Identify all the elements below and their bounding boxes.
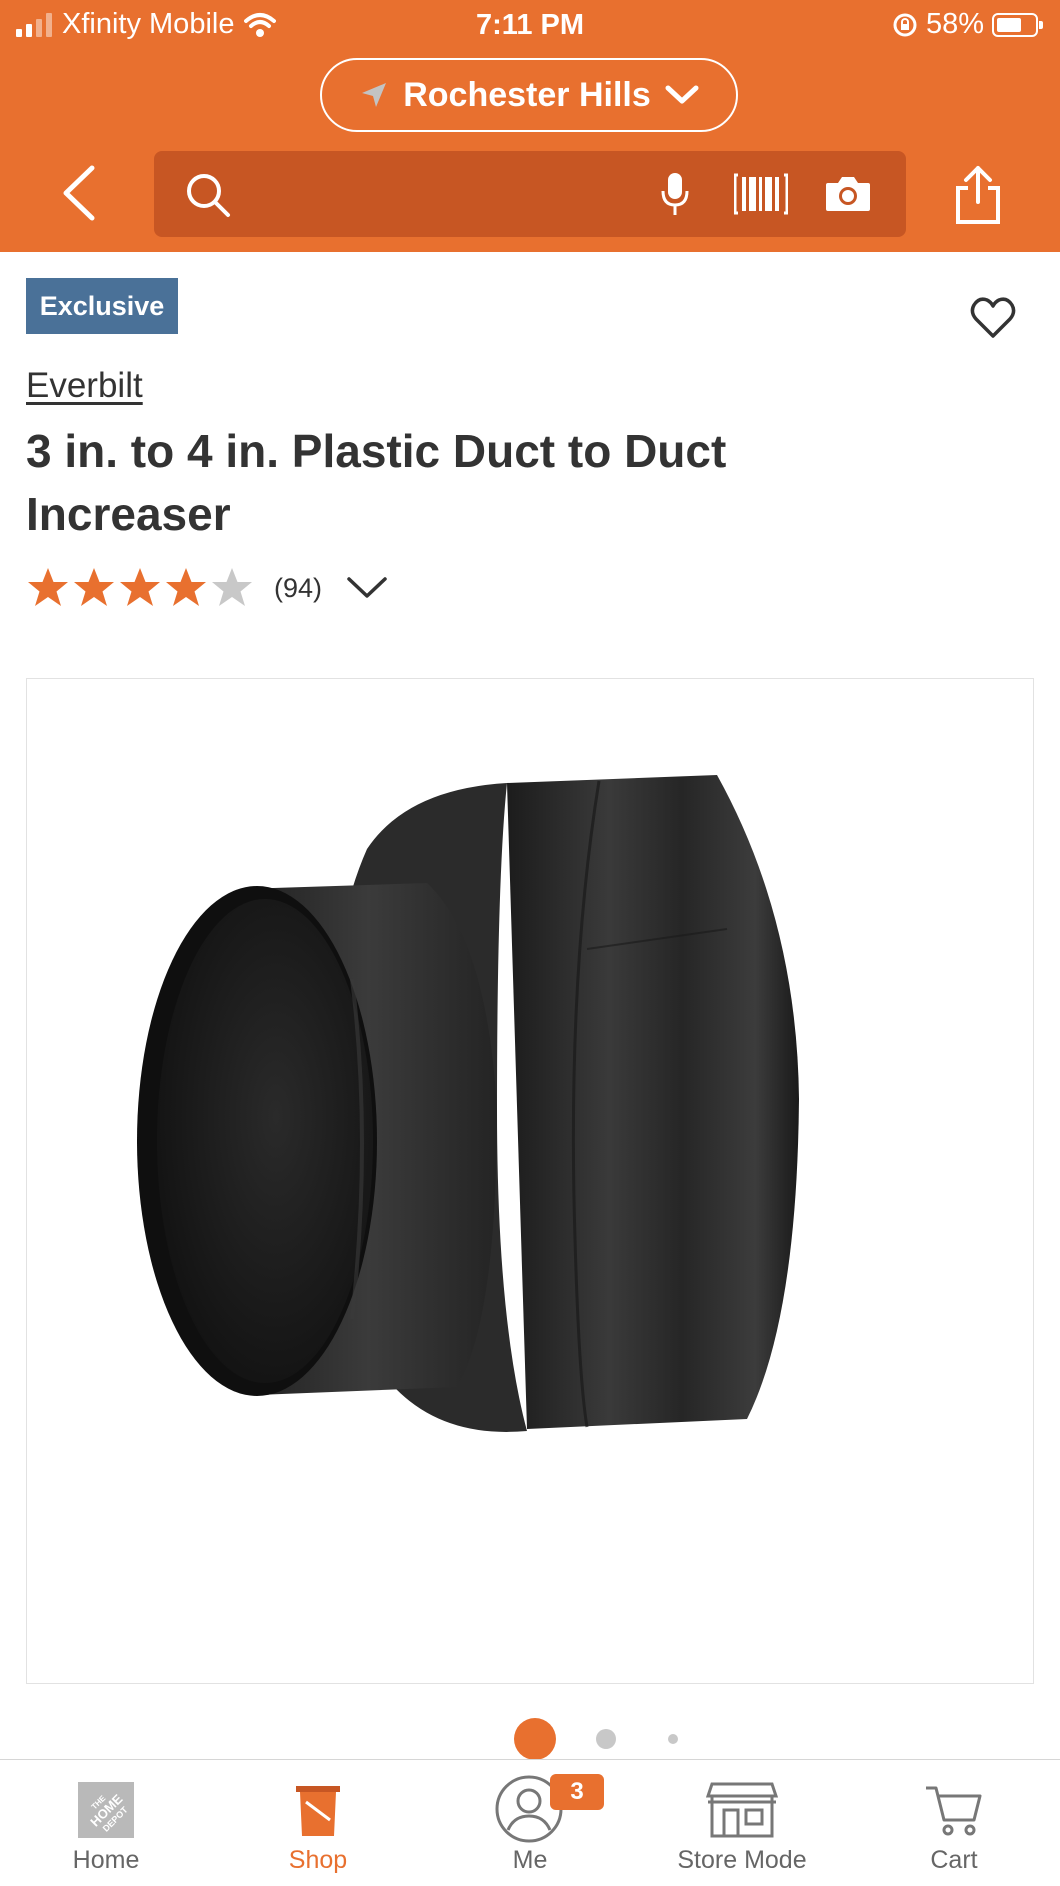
- tab-store-mode[interactable]: Store Mode: [636, 1760, 848, 1886]
- rating-summary[interactable]: (94): [26, 566, 388, 610]
- pager-dot[interactable]: [596, 1729, 616, 1749]
- back-button[interactable]: [56, 162, 104, 224]
- tab-label: Me: [512, 1846, 548, 1874]
- brand-link[interactable]: Everbilt: [26, 366, 143, 406]
- rotation-lock-icon: [893, 13, 917, 36]
- star-icon: [120, 568, 160, 606]
- tab-me[interactable]: Me: [424, 1760, 636, 1886]
- star-empty-icon: [212, 568, 252, 606]
- tab-label: Cart: [930, 1846, 978, 1874]
- chevron-down-icon[interactable]: [346, 575, 388, 601]
- app-header: Xfinity Mobile 7:11 PM 58% Rochester Hil…: [0, 0, 1060, 252]
- notification-badge: 3: [550, 1774, 604, 1810]
- tab-label: Shop: [288, 1846, 348, 1874]
- image-pager[interactable]: [0, 1716, 1060, 1760]
- store-location-name: Rochester Hills: [403, 75, 651, 114]
- tab-label: Store Mode: [677, 1846, 807, 1874]
- search-input[interactable]: [154, 151, 906, 237]
- cart-icon: [926, 1786, 982, 1836]
- shop-bucket-icon: [296, 1786, 340, 1836]
- battery-icon: [992, 12, 1043, 37]
- home-depot-logo-icon: THE HOME DEPOT: [78, 1782, 134, 1838]
- star-icon: [28, 568, 68, 606]
- product-image[interactable]: [26, 678, 1034, 1684]
- chevron-down-icon: [665, 85, 699, 104]
- star-icon: [166, 568, 206, 606]
- tab-home[interactable]: THE HOME DEPOT Home: [0, 1760, 212, 1886]
- duct-increaser-image: [137, 775, 799, 1432]
- microphone-icon[interactable]: [660, 171, 690, 219]
- product-title: 3 in. to 4 in. Plastic Duct to Duct Incr…: [26, 425, 727, 540]
- store-location-selector[interactable]: Rochester Hills: [320, 58, 738, 132]
- share-button[interactable]: [952, 164, 1004, 226]
- store-icon: [705, 1782, 779, 1838]
- location-arrow-icon: [362, 83, 387, 107]
- tab-cart[interactable]: Cart: [848, 1760, 1060, 1886]
- bottom-tab-bar: THE HOME DEPOT Home Shop Me Store Mode C…: [0, 1759, 1060, 1886]
- barcode-icon[interactable]: [734, 171, 788, 217]
- search-icon: [187, 174, 230, 217]
- star-rating: [26, 566, 254, 610]
- status-right: 58%: [892, 8, 1043, 41]
- tab-label: Home: [72, 1846, 140, 1874]
- battery-percent: 58%: [925, 8, 984, 40]
- exclusive-badge: Exclusive: [26, 278, 178, 334]
- camera-icon[interactable]: [824, 175, 872, 213]
- pager-dot-active[interactable]: [514, 1718, 556, 1760]
- star-icon: [74, 568, 114, 606]
- review-count: (94): [274, 572, 323, 603]
- pager-dot[interactable]: [668, 1734, 678, 1744]
- status-bar: Xfinity Mobile 7:11 PM 58%: [0, 0, 1060, 54]
- tab-shop[interactable]: Shop: [212, 1760, 424, 1886]
- favorite-heart-button[interactable]: [970, 296, 1016, 340]
